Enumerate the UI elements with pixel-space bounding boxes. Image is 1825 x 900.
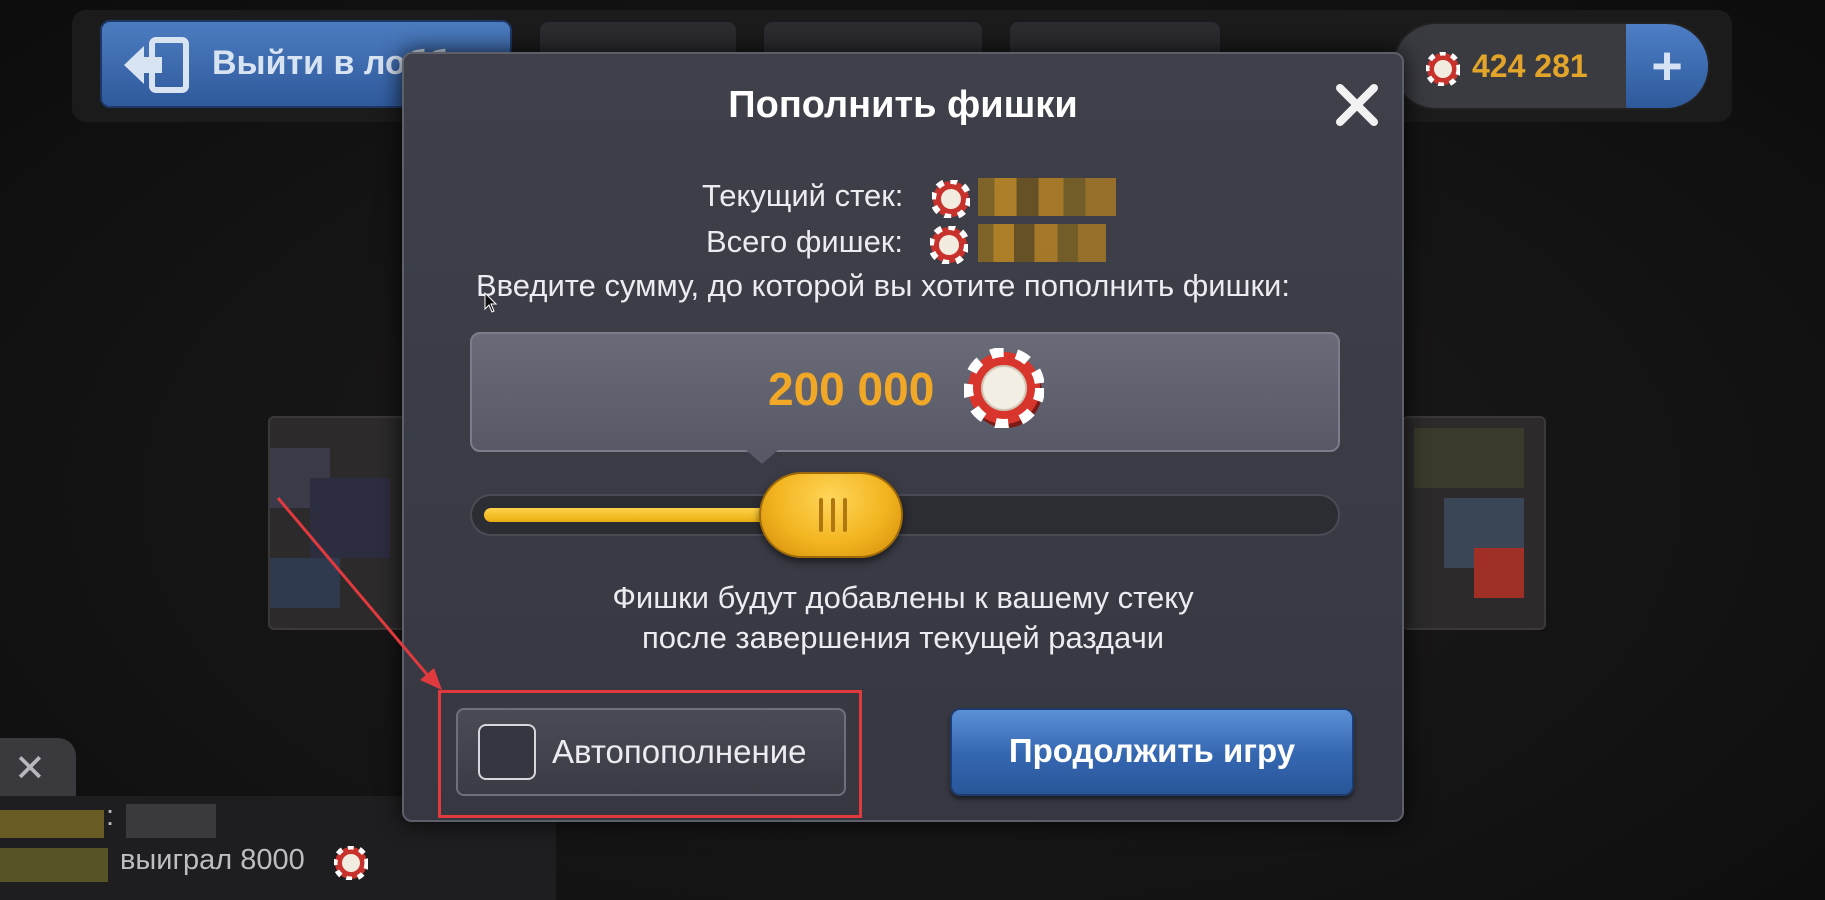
annotation-arrow <box>276 497 442 690</box>
cursor-icon <box>484 292 498 313</box>
